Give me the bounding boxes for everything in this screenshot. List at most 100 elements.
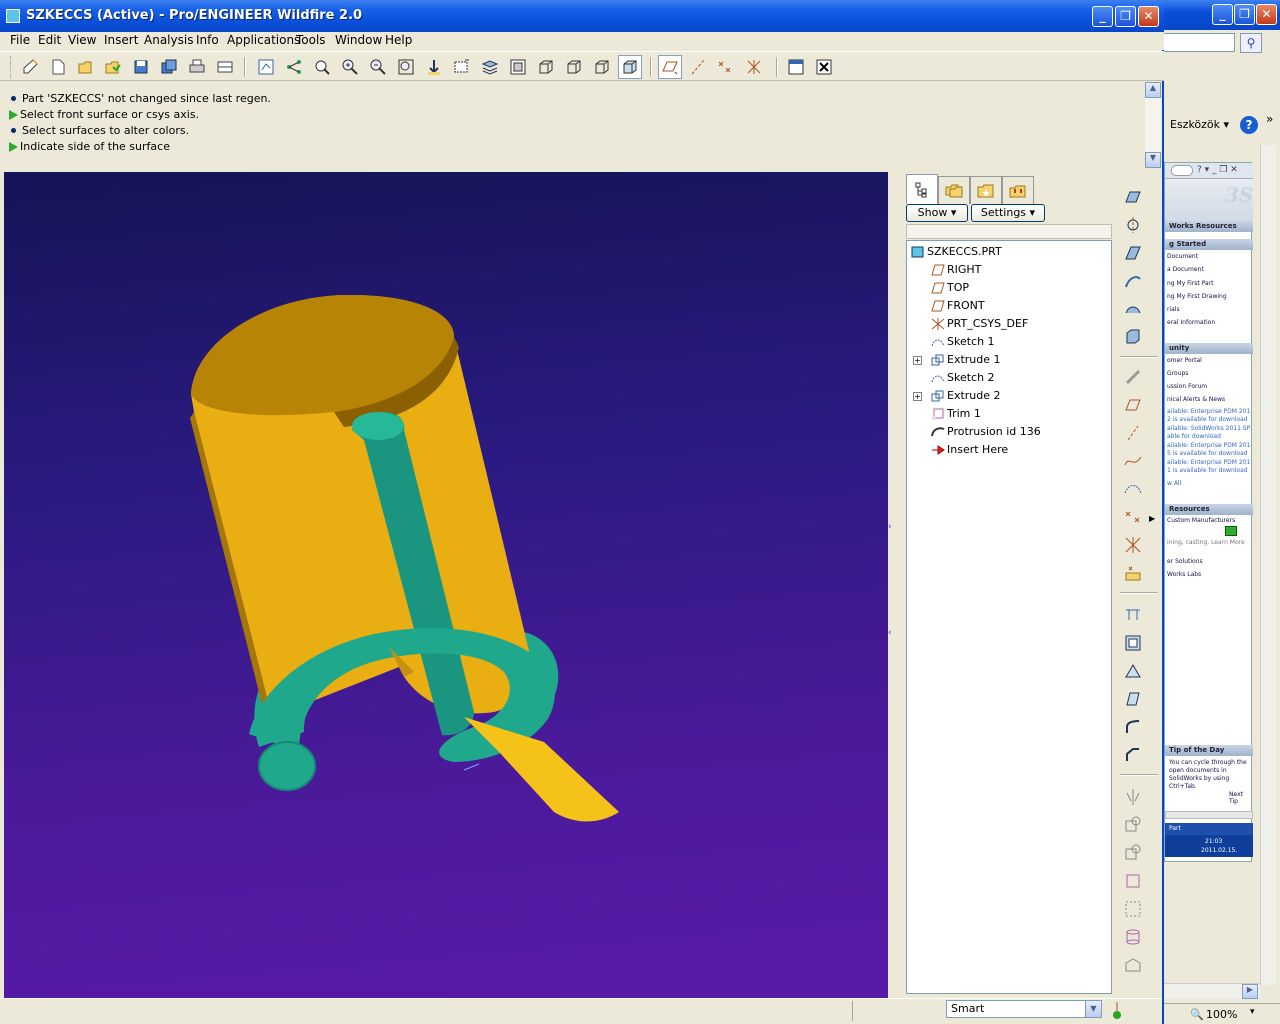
sketched-curve-icon[interactable] — [1120, 476, 1146, 502]
link[interactable]: ailable: Enterprise PDM 2010 — [1167, 442, 1251, 449]
menu-view[interactable]: View — [68, 33, 96, 47]
tab-connections[interactable] — [1002, 176, 1034, 204]
tree-item-protrusion[interactable]: Protrusion id 136 — [907, 423, 1107, 441]
save-icon[interactable] — [129, 55, 153, 79]
link[interactable]: ng My First Part — [1167, 280, 1251, 287]
open-recent-icon[interactable] — [101, 55, 125, 79]
link[interactable]: er Solutions — [1167, 558, 1251, 565]
menu-file[interactable]: File — [10, 33, 30, 47]
zoom-out-icon[interactable] — [366, 55, 390, 79]
link[interactable]: 1 is available for download — [1167, 467, 1251, 474]
model-tree-icon[interactable] — [282, 55, 306, 79]
tree-item-extrude-2[interactable]: + Extrude 2 — [907, 387, 1107, 405]
zoom-in-icon[interactable] — [338, 55, 362, 79]
link[interactable]: w All — [1167, 480, 1251, 487]
message-scrollbar[interactable]: ▲ ▼ — [1145, 82, 1161, 168]
tree-item-sketch-1[interactable]: Sketch 1 — [907, 333, 1107, 351]
minimize-icon[interactable]: _ — [1092, 6, 1113, 27]
next-tip-link[interactable]: Next Tip — [1229, 791, 1251, 805]
tree-item-insert-here[interactable]: Insert Here — [907, 441, 1107, 459]
close-window-icon[interactable] — [812, 55, 836, 79]
sketch-tool-icon[interactable] — [1120, 268, 1146, 294]
link[interactable]: ailable: Enterprise PDM 2011 — [1167, 408, 1251, 415]
link[interactable]: a Document — [1167, 266, 1251, 273]
analysis-feature-icon[interactable] — [1120, 560, 1146, 586]
expand-icon[interactable]: + — [913, 356, 922, 365]
menu-applications[interactable]: Applications — [227, 33, 300, 47]
link[interactable]: ailable: Enterprise PDM 2011 — [1167, 459, 1251, 466]
tree-item-part[interactable]: SZKECCS.PRT — [907, 243, 1107, 261]
find-icon[interactable] — [310, 55, 334, 79]
expand-icon[interactable]: + — [913, 392, 922, 401]
curve-tool-icon[interactable] — [1120, 448, 1146, 474]
refit-icon[interactable] — [394, 55, 418, 79]
taskbar-part[interactable]: Part — [1165, 823, 1253, 835]
restore-icon[interactable]: ❐ — [1234, 4, 1255, 25]
zoom-icon[interactable]: 🔍 — [1190, 1008, 1204, 1021]
datum-planes-icon[interactable] — [658, 55, 682, 79]
flyout-arrow-icon[interactable]: ▶ — [1149, 514, 1155, 523]
tree-item-top[interactable]: TOP — [907, 279, 1107, 297]
datum-axes-icon[interactable] — [686, 55, 710, 79]
link[interactable]: able for download — [1167, 433, 1251, 440]
datum-axis-tool-icon[interactable] — [1120, 212, 1146, 238]
extend-tool-icon[interactable] — [1120, 868, 1146, 894]
print-icon[interactable] — [185, 55, 209, 79]
link[interactable]: Document — [1167, 253, 1251, 260]
zoom-level[interactable]: 100% — [1206, 1008, 1237, 1021]
link[interactable]: 5 is available for download — [1167, 450, 1251, 457]
rib-tool-icon[interactable] — [1120, 658, 1146, 684]
save-copy-icon[interactable] — [157, 55, 181, 79]
show-button[interactable]: Show ▾ — [906, 204, 968, 222]
tree-item-right[interactable]: RIGHT — [907, 261, 1107, 279]
hidden-line-icon[interactable] — [562, 55, 586, 79]
collapse-arrow-icon[interactable]: ‹ — [888, 628, 892, 638]
open-file-icon[interactable] — [74, 55, 98, 79]
scroll-up-icon[interactable]: ▲ — [1145, 82, 1161, 98]
menu-analysis[interactable]: Analysis — [144, 33, 193, 47]
tab-folder-browser[interactable] — [938, 176, 970, 204]
tree-item-front[interactable]: FRONT — [907, 297, 1107, 315]
edit-definition-icon[interactable] — [18, 55, 42, 79]
csys-tool-icon[interactable] — [1120, 532, 1146, 558]
chevron-down-icon[interactable]: ▾ — [1250, 1007, 1255, 1017]
link[interactable]: omer Portal — [1167, 357, 1251, 364]
window-activate-icon[interactable] — [784, 55, 808, 79]
tree-item-extrude-1[interactable]: + Extrude 1 — [907, 351, 1107, 369]
background-search-input[interactable] — [1160, 33, 1235, 52]
new-file-icon[interactable] — [46, 55, 70, 79]
shading-icon[interactable] — [618, 55, 642, 79]
link[interactable]: 2 is available for download — [1167, 416, 1251, 423]
trim-tool-icon[interactable] — [1120, 840, 1146, 866]
merge-tool-icon[interactable] — [1120, 812, 1146, 838]
menu-info[interactable]: Info — [196, 33, 219, 47]
datum-curve-tool-icon[interactable] — [1120, 240, 1146, 266]
saved-views-icon[interactable] — [450, 55, 474, 79]
settings-button[interactable]: Settings ▾ — [971, 204, 1045, 222]
selection-filter[interactable]: Smart ▼ — [946, 1000, 1102, 1018]
chevron-right-icon[interactable]: » — [1266, 112, 1273, 126]
view-manager-icon[interactable] — [506, 55, 530, 79]
solid-tool-icon[interactable] — [1120, 324, 1146, 350]
chamfer-tool-icon[interactable] — [1120, 742, 1146, 768]
solidify-tool-icon[interactable] — [1120, 952, 1146, 978]
draft-tool-icon[interactable] — [1120, 686, 1146, 712]
tree-item-sketch-2[interactable]: Sketch 2 — [907, 369, 1107, 387]
round-tool-icon[interactable] — [1120, 714, 1146, 740]
link[interactable]: Custom Manufacturers — [1167, 517, 1251, 524]
chevron-down-icon[interactable]: ▼ — [1085, 1001, 1101, 1017]
link[interactable]: Groups — [1167, 370, 1251, 377]
no-hidden-icon[interactable] — [590, 55, 614, 79]
menu-tools[interactable]: Tools — [296, 33, 326, 47]
minimize-icon[interactable]: _ — [1212, 4, 1233, 25]
menu-edit[interactable]: Edit — [38, 33, 61, 47]
menu-help[interactable]: Help — [385, 33, 412, 47]
regenerate-icon[interactable] — [254, 55, 278, 79]
page-setup-icon[interactable] — [213, 55, 237, 79]
menu-insert[interactable]: Insert — [104, 33, 138, 47]
thicken-tool-icon[interactable] — [1120, 924, 1146, 950]
background-tools-menu[interactable]: Eszközök ▾ — [1170, 118, 1229, 131]
search-icon[interactable]: ⚲ — [1240, 33, 1262, 53]
part-model-3d[interactable] — [4, 172, 888, 998]
surface-tool-icon[interactable] — [1120, 296, 1146, 322]
